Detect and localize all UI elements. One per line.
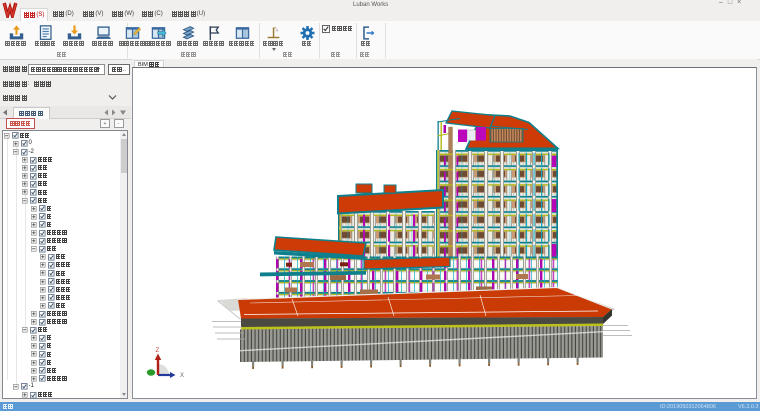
svg-text:X: X <box>180 373 184 379</box>
svg-text:Z: Z <box>156 348 160 354</box>
svg-text:H: H <box>276 28 279 32</box>
